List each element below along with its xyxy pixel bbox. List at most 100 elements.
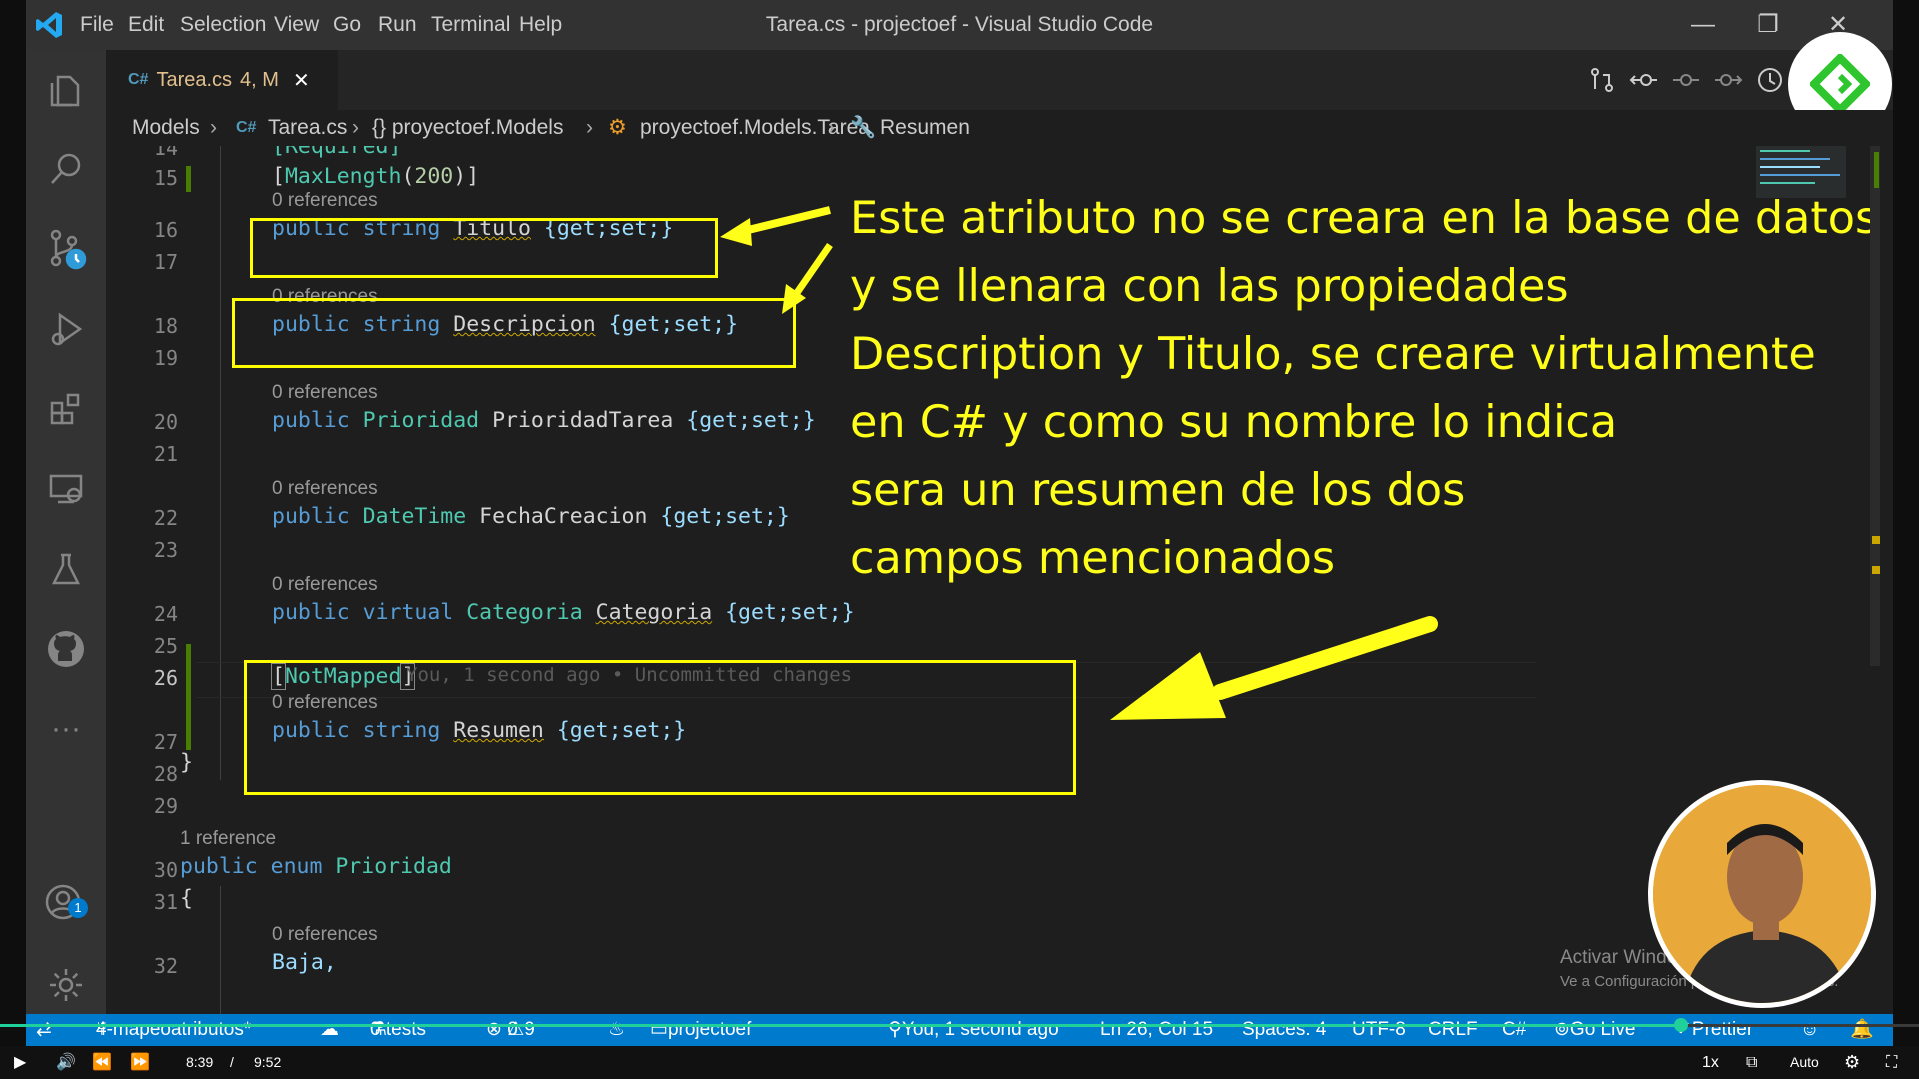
minimap-line bbox=[1760, 150, 1810, 152]
indentation[interactable]: Spaces: 4 bbox=[1242, 1014, 1327, 1046]
more-icon[interactable]: ··· bbox=[26, 694, 106, 764]
menu-help[interactable]: Help bbox=[519, 0, 562, 50]
line-number: 24 bbox=[153, 602, 178, 626]
video-progress-thumb[interactable] bbox=[1674, 1018, 1688, 1032]
annotation-line: Este atributo no se creara en la base de… bbox=[850, 193, 1879, 244]
codelens-references[interactable]: 0 references bbox=[272, 190, 378, 212]
quality-selector[interactable]: Auto bbox=[1790, 1046, 1819, 1079]
minimap-viewport bbox=[1756, 146, 1846, 198]
minimap-line bbox=[1760, 174, 1840, 176]
playback-speed[interactable]: 1x bbox=[1702, 1046, 1719, 1079]
fast-forward-icon[interactable]: ⏩ bbox=[130, 1046, 150, 1079]
breadcrumb-property[interactable]: Resumen bbox=[880, 110, 970, 146]
video-progress-bar[interactable] bbox=[0, 1024, 1919, 1027]
rewind-icon[interactable]: ⏪ bbox=[92, 1046, 112, 1079]
run-debug-icon[interactable] bbox=[26, 294, 106, 364]
codelens-references[interactable]: 1 reference bbox=[180, 828, 276, 850]
menu-terminal[interactable]: Terminal bbox=[431, 0, 510, 50]
minimize-button[interactable]: — bbox=[1673, 0, 1733, 50]
open-changes-icon[interactable] bbox=[1584, 62, 1620, 98]
csharp-file-icon: C# bbox=[128, 71, 149, 88]
codelens-references[interactable]: 0 references bbox=[272, 924, 378, 946]
code-token: DateTime bbox=[362, 504, 467, 529]
tab-filename: Tarea.cs bbox=[156, 68, 233, 91]
cursor-position[interactable]: Ln 26, Col 15 bbox=[1100, 1014, 1213, 1046]
line-number: 23 bbox=[153, 538, 178, 562]
tab-badge: 4, M bbox=[240, 68, 279, 91]
encoding[interactable]: UTF-8 bbox=[1352, 1014, 1406, 1046]
tab-tarea-cs[interactable]: C# Tarea.cs 4, M ✕ bbox=[106, 50, 338, 110]
end-of-line[interactable]: CRLF bbox=[1428, 1014, 1478, 1046]
breadcrumb-models[interactable]: Models bbox=[132, 110, 200, 146]
code-line-31: { bbox=[180, 886, 193, 911]
line-number: 20 bbox=[153, 410, 178, 434]
code-token: MaxLength bbox=[284, 164, 402, 189]
timeline-icon[interactable] bbox=[1752, 62, 1788, 98]
github-icon[interactable] bbox=[26, 614, 106, 684]
project-selector[interactable]: ▭ projectoef bbox=[650, 1014, 751, 1046]
code-token: public bbox=[272, 600, 350, 625]
flame-icon[interactable]: ♨ bbox=[608, 1014, 625, 1046]
restore-button[interactable]: ❐ bbox=[1738, 0, 1798, 50]
breadcrumb-namespace[interactable]: {} proyectoef.Models bbox=[372, 110, 563, 146]
breadcrumb-class[interactable]: proyectoef.Models.Tarea bbox=[640, 110, 870, 146]
explorer-icon[interactable] bbox=[26, 54, 106, 124]
picture-in-picture-icon[interactable]: ⧉ bbox=[1746, 1046, 1757, 1079]
search-icon[interactable] bbox=[26, 134, 106, 204]
line-number-active: 26 bbox=[153, 666, 178, 690]
accounts-icon[interactable] bbox=[26, 870, 106, 940]
tab-bar: C# Tarea.cs 4, M ✕ bbox=[106, 50, 1893, 110]
notifications-bell-icon[interactable]: 🔔 bbox=[1850, 1014, 1874, 1046]
menu-run[interactable]: Run bbox=[378, 0, 417, 50]
volume-icon[interactable]: 🔊 bbox=[56, 1046, 76, 1079]
remote-explorer-icon[interactable] bbox=[26, 454, 106, 524]
project-name: projectoef bbox=[667, 1019, 752, 1040]
presenter-avatar bbox=[1653, 785, 1871, 1003]
language-mode[interactable]: C# bbox=[1502, 1014, 1526, 1046]
source-control-icon[interactable] bbox=[26, 214, 106, 284]
sync-icon[interactable]: ☁ bbox=[320, 1014, 339, 1046]
testing-icon[interactable] bbox=[26, 534, 106, 604]
menu-edit[interactable]: Edit bbox=[128, 0, 164, 50]
feedback-icon[interactable]: ☺ bbox=[1800, 1014, 1819, 1046]
annotation-line: campos mencionados bbox=[850, 533, 1336, 584]
prettier-label: Prettier bbox=[1691, 1019, 1754, 1040]
activity-bar: ··· 1 bbox=[26, 50, 106, 1014]
highlight-box-resumen bbox=[244, 660, 1076, 795]
code-token: [Required] bbox=[272, 146, 402, 159]
extensions-icon[interactable] bbox=[26, 374, 106, 444]
code-line-24: public virtual Categoria Categoria {get;… bbox=[272, 600, 855, 625]
code-token: FechaCreacion bbox=[479, 504, 648, 529]
git-commit-icon[interactable] bbox=[1668, 62, 1704, 98]
codelens-references[interactable]: 0 references bbox=[272, 478, 378, 500]
menu-go[interactable]: Go bbox=[333, 0, 361, 50]
line-number: 32 bbox=[153, 954, 178, 978]
git-blame-status[interactable]: ⚲ You, 1 second ago bbox=[888, 1014, 1059, 1046]
settings-gear-icon[interactable] bbox=[26, 950, 106, 1020]
vertical-scrollbar[interactable] bbox=[1870, 146, 1880, 666]
code-token: {get;set;} bbox=[686, 408, 816, 433]
indent-guide bbox=[220, 886, 221, 1014]
menu-selection[interactable]: Selection bbox=[180, 0, 266, 50]
git-next-icon[interactable] bbox=[1710, 62, 1746, 98]
play-icon[interactable]: ▶ bbox=[14, 1046, 26, 1079]
minimap-line bbox=[1760, 182, 1815, 184]
fullscreen-icon[interactable]: ⛶ bbox=[1886, 1046, 1897, 1079]
chevron-right-icon: › bbox=[586, 116, 593, 139]
breadcrumb-file[interactable]: Tarea.cs bbox=[268, 110, 347, 146]
menu-view[interactable]: View bbox=[274, 0, 319, 50]
tests-count: 0 tests bbox=[370, 1019, 426, 1040]
settings-gear-icon[interactable]: ⚙ bbox=[1844, 1046, 1860, 1079]
status-bar: ⇄ ⑂ 4-mapeoatributos* ☁ ⚗ 0 tests ⊗ 0 ⚠ … bbox=[26, 1014, 1893, 1046]
problems-status[interactable]: ⊗ 0 ⚠ 9 bbox=[486, 1014, 535, 1046]
remote-indicator-icon[interactable]: ⇄ bbox=[36, 1014, 52, 1046]
time-separator: / bbox=[230, 1054, 234, 1070]
close-tab-icon[interactable]: ✕ bbox=[293, 68, 310, 93]
minimap-line bbox=[1760, 158, 1830, 160]
codelens-references[interactable]: 0 references bbox=[272, 382, 378, 404]
menu-file[interactable]: File bbox=[80, 0, 114, 50]
codelens-references[interactable]: 0 references bbox=[272, 574, 378, 596]
accounts-badge: 1 bbox=[68, 898, 88, 918]
git-previous-icon[interactable] bbox=[1626, 62, 1662, 98]
go-live-button[interactable]: ⊚ Go Live bbox=[1554, 1014, 1635, 1046]
